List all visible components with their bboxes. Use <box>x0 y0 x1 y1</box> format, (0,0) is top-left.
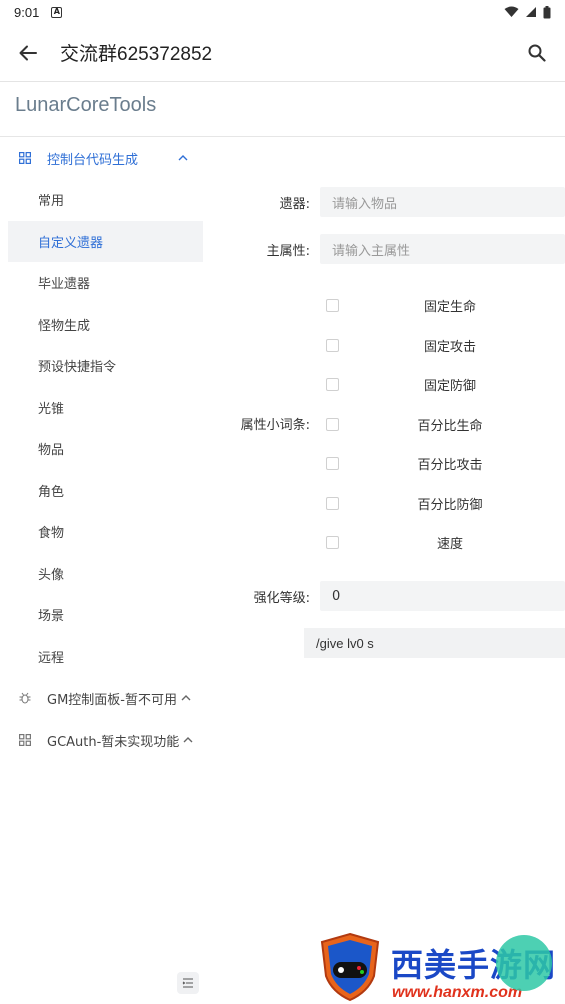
sidebar-item-common[interactable]: 常用 <box>0 179 210 221</box>
substat-option[interactable]: 百分比生命 <box>320 411 565 437</box>
chevron-up-icon <box>181 695 191 701</box>
sidebar-group-gm-panel[interactable]: GM控制面板-暂不可用 <box>0 677 210 719</box>
sidebar: 控制台代码生成 常用 自定义遗器 毕业遗器 怪物生成 预设快捷指令 光锥 物品 … <box>0 137 210 761</box>
sidebar-group-label: GM控制面板-暂不可用 <box>47 692 177 708</box>
tools-title: LunarCoreTools <box>15 94 157 116</box>
sidebar-item-scene[interactable]: 场景 <box>0 594 210 636</box>
substat-label: 固定攻击 <box>423 339 476 355</box>
page-title: 交流群625372852 <box>60 44 213 65</box>
checkbox[interactable] <box>326 456 339 470</box>
search-icon <box>528 44 546 62</box>
sidebar-item-food[interactable]: 食物 <box>0 511 210 553</box>
wifi-icon <box>504 6 519 17</box>
main-attr-input[interactable]: 请输入主属性 <box>320 234 565 264</box>
sidebar-item-custom-relic[interactable]: 自定义遗器 <box>8 220 203 262</box>
substat-label: 百分比攻击 <box>417 457 483 473</box>
grid-icon <box>18 151 32 165</box>
level-label: 强化等级: <box>253 591 310 606</box>
signal-icon <box>526 7 536 17</box>
status-bar: 9:01 A <box>0 0 565 24</box>
notification-badge-icon: A <box>51 6 63 18</box>
substat-option[interactable]: 固定攻击 <box>320 332 565 358</box>
status-time: 9:01 <box>14 4 40 20</box>
checkbox[interactable] <box>326 496 339 510</box>
sidebar-item-monster-spawn[interactable]: 怪物生成 <box>0 304 210 346</box>
substat-option[interactable]: 百分比防御 <box>320 490 565 516</box>
substat-label: 固定防御 <box>423 378 476 394</box>
checkbox[interactable] <box>326 298 339 312</box>
search-button[interactable] <box>509 24 565 82</box>
relic-label: 遗器: <box>279 197 310 212</box>
status-icons <box>504 5 551 19</box>
sidebar-group-label: GCAuth-暂未实现功能 <box>47 734 180 750</box>
substat-label: 固定生命 <box>423 299 476 315</box>
substat-option[interactable]: 固定防御 <box>320 371 565 397</box>
command-output[interactable]: /give lv0 s <box>304 628 565 658</box>
arrow-back-icon <box>19 45 37 60</box>
substat-option[interactable]: 固定生命 <box>320 292 565 318</box>
checkbox[interactable] <box>326 377 339 391</box>
chevron-up-icon <box>183 737 193 743</box>
substats-label: 属性小词条: <box>240 418 310 433</box>
relic-input[interactable]: 请输入物品 <box>320 187 565 217</box>
gamepad-shield-logo-icon <box>320 932 380 1002</box>
watermark-url: www.hanxm.com <box>392 984 523 1001</box>
substat-option[interactable]: 百分比攻击 <box>320 450 565 476</box>
sidebar-item-endgame-relic[interactable]: 毕业遗器 <box>0 262 210 304</box>
checkbox[interactable] <box>326 417 339 431</box>
substat-label: 百分比生命 <box>417 418 483 434</box>
checkbox[interactable] <box>326 338 339 352</box>
sidebar-item-items[interactable]: 物品 <box>0 428 210 470</box>
substat-label: 速度 <box>436 536 463 552</box>
battery-icon <box>543 5 551 18</box>
sidebar-item-characters[interactable]: 角色 <box>0 470 210 512</box>
sidebar-group-console[interactable]: 控制台代码生成 <box>0 137 210 179</box>
main-attr-label: 主属性: <box>266 244 310 259</box>
sidebar-item-avatar[interactable]: 头像 <box>0 553 210 595</box>
bug-icon <box>18 691 32 705</box>
substat-label: 百分比防御 <box>417 497 483 513</box>
sidebar-group-gcauth[interactable]: GCAuth-暂未实现功能 <box>0 719 210 761</box>
sidebar-item-remote[interactable]: 远程 <box>0 636 210 678</box>
back-button[interactable] <box>0 24 56 82</box>
level-input[interactable]: 0 <box>320 581 565 611</box>
grid-icon <box>18 733 32 747</box>
substat-option[interactable]: 速度 <box>320 529 565 555</box>
sidebar-item-light-cone[interactable]: 光锥 <box>0 387 210 429</box>
checkbox[interactable] <box>326 535 339 549</box>
chevron-up-icon <box>178 155 188 161</box>
floating-action-button[interactable] <box>496 935 552 991</box>
sidebar-group-label: 控制台代码生成 <box>47 152 139 168</box>
menu-list-icon[interactable] <box>177 972 199 994</box>
sidebar-item-preset-commands[interactable]: 预设快捷指令 <box>0 345 210 387</box>
app-bar: 交流群625372852 <box>0 24 565 82</box>
